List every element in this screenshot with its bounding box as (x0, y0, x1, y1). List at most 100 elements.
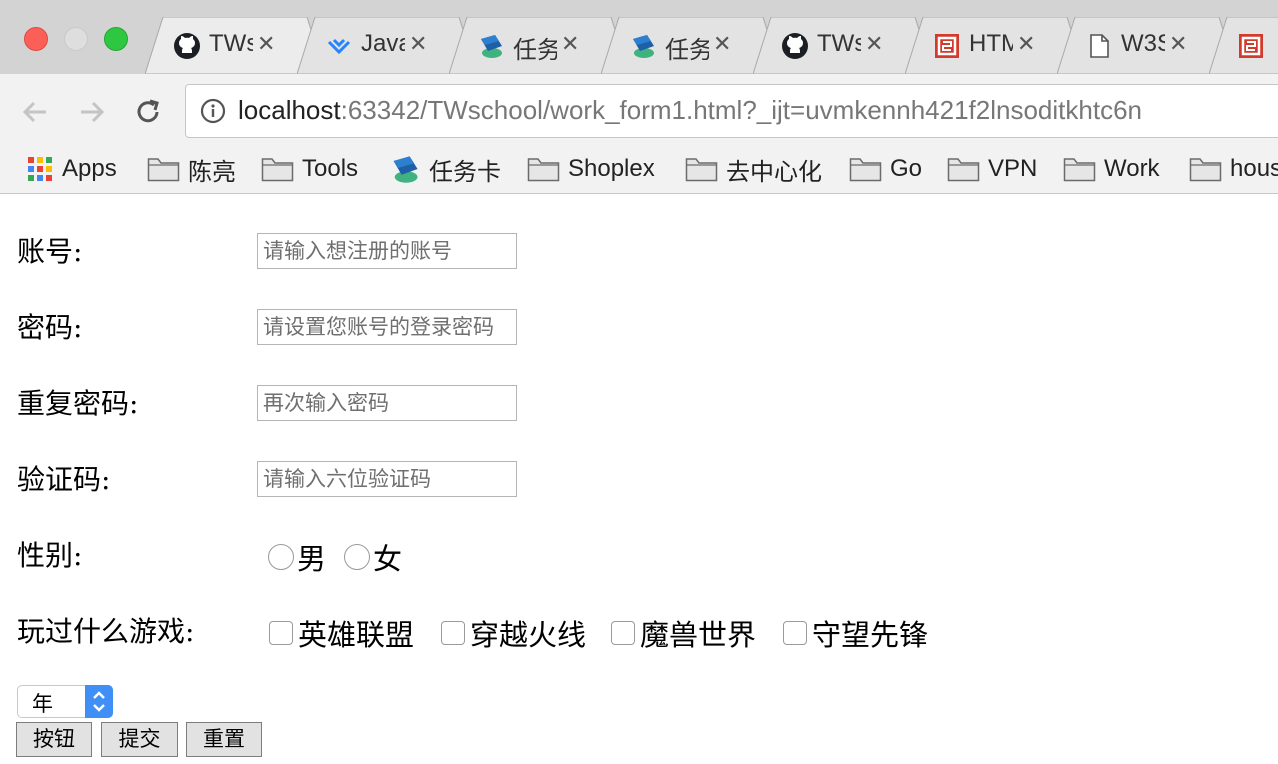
folder-icon (849, 158, 882, 182)
password-label: 密码: (17, 311, 83, 344)
gender-option-female[interactable]: 女 (344, 536, 402, 578)
stack-icon (481, 35, 502, 58)
bookmark-folder[interactable]: 陈亮 (147, 151, 236, 187)
bookmark-label: Shoplex (568, 155, 655, 182)
forward-arrow-icon[interactable] (71, 92, 111, 132)
checkbox-label: 守望先锋 (812, 618, 929, 652)
apps-grid-icon (28, 157, 52, 181)
tab-close-icon[interactable]: ✕ (1017, 31, 1035, 59)
repeat-password-label: 重复密码: (17, 387, 139, 420)
tab-close-icon[interactable]: ✕ (865, 31, 883, 59)
tab-close-icon[interactable]: ✕ (1169, 31, 1187, 59)
bookmark-folder[interactable]: Go (849, 151, 922, 187)
checkbox-label: 穿越火线 (470, 618, 587, 652)
tab-title: HTM (969, 30, 1013, 57)
bookmark-label: hous (1230, 155, 1278, 182)
radio-label: 男 (297, 542, 327, 576)
browser-toolbar: localhost:63342/TWschool/work_form1.html… (0, 74, 1278, 148)
checkbox[interactable] (611, 621, 635, 645)
window-minimize-button[interactable] (64, 27, 88, 51)
stack-icon (393, 156, 418, 183)
tab-title: 任务 (513, 37, 557, 64)
page-icon (1090, 34, 1109, 58)
github-icon (174, 33, 200, 59)
checkbox-label: 魔兽世界 (640, 618, 757, 652)
select-arrow[interactable] (85, 685, 113, 718)
folder-icon (527, 158, 560, 182)
chevron-updown-icon (93, 691, 105, 712)
tab-close-icon[interactable]: ✕ (409, 31, 427, 59)
year-select[interactable]: 年 (17, 685, 113, 718)
password-input[interactable] (257, 309, 517, 345)
gender-option-male[interactable]: 男 (268, 536, 326, 578)
tab-close-icon[interactable]: ✕ (257, 31, 275, 59)
bookmark-folder[interactable]: Shoplex (527, 151, 655, 187)
account-label: 账号: (17, 235, 83, 268)
bookmark-folder[interactable]: 去中心化 (685, 151, 822, 187)
repeat-password-input[interactable] (257, 385, 517, 421)
bookmarks-bar: Apps 陈亮 Tools 任务卡 Shoplex 去中心化 Go VPN Wo… (0, 148, 1278, 194)
tab-title: Java (361, 30, 405, 57)
bookmark-folder[interactable]: hous (1189, 151, 1278, 187)
gender-label: 性别: (17, 539, 83, 572)
url-text: localhost:63342/TWschool/work_form1.html… (238, 95, 1142, 126)
html5-icon (935, 34, 959, 58)
bookmark-label: VPN (988, 155, 1038, 182)
tab-close-icon[interactable]: ✕ (561, 31, 579, 59)
bookmark-folder[interactable]: Work (1063, 151, 1160, 187)
tab-close-icon[interactable]: ✕ (713, 31, 731, 59)
reload-icon[interactable] (128, 92, 168, 132)
checkbox[interactable] (269, 621, 293, 645)
bookmark-label: Work (1104, 155, 1160, 182)
tab-7[interactable] (1209, 17, 1278, 74)
url-path: :63342/TWschool/work_form1.html?_ijt=uvm… (340, 95, 1142, 125)
submit-button[interactable]: 提交 (101, 722, 178, 757)
tab-title: 任务 (665, 37, 709, 64)
address-bar[interactable]: localhost:63342/TWschool/work_form1.html… (185, 84, 1278, 138)
folder-icon (261, 158, 294, 182)
reset-button[interactable]: 重置 (186, 722, 262, 757)
checkbox[interactable] (783, 621, 807, 645)
account-input[interactable] (257, 233, 517, 269)
back-arrow-icon[interactable] (16, 92, 56, 132)
game-option[interactable]: 守望先锋 (783, 612, 928, 654)
tab-strip: TWs ✕ Java ✕ 任务 ✕ 任务 ✕ TWs ✕ HTM ✕ W3S (0, 0, 1278, 74)
checkbox-label: 英雄联盟 (298, 618, 415, 652)
game-option[interactable]: 英雄联盟 (269, 612, 414, 654)
radio-button[interactable] (344, 544, 370, 570)
captcha-label: 验证码: (17, 463, 111, 496)
game-option[interactable]: 穿越火线 (441, 612, 586, 654)
github-icon (782, 33, 808, 59)
url-host: localhost (238, 95, 341, 125)
bookmark-label: Tools (302, 155, 359, 182)
tab-title: W3S (1121, 30, 1165, 57)
folder-icon (147, 158, 180, 182)
bookmark-label: Apps (62, 155, 117, 182)
bookmark-label: 陈亮 (188, 158, 236, 186)
info-icon[interactable] (200, 98, 226, 124)
folder-icon (1189, 158, 1222, 182)
bookmark-apps[interactable]: Apps (26, 151, 117, 187)
window-close-button[interactable] (24, 27, 48, 51)
page-content: 账号: 密码: 重复密码: 验证码: 性别: 男 女 玩过什么游戏: 英雄联盟 … (0, 194, 1278, 764)
radio-label: 女 (373, 542, 403, 576)
folder-icon (947, 158, 980, 182)
captcha-input[interactable] (257, 461, 517, 497)
stack-icon (633, 35, 654, 58)
select-value: 年 (32, 692, 53, 716)
bookmark-folder[interactable]: Tools (261, 151, 358, 187)
html5-icon (1239, 34, 1263, 58)
folder-icon (1063, 158, 1096, 182)
jira-icon (327, 38, 351, 55)
bookmark-task-card[interactable]: 任务卡 (389, 151, 501, 187)
checkbox[interactable] (441, 621, 465, 645)
tab-title: TWs (209, 30, 253, 57)
bookmark-label: 去中心化 (726, 158, 822, 186)
tab-title: TWs (817, 30, 861, 57)
window-maximize-button[interactable] (104, 27, 128, 51)
game-option[interactable]: 魔兽世界 (611, 612, 756, 654)
plain-button[interactable]: 按钮 (16, 722, 92, 757)
games-label: 玩过什么游戏: (17, 615, 195, 648)
radio-button[interactable] (268, 544, 294, 570)
bookmark-folder[interactable]: VPN (947, 151, 1037, 187)
